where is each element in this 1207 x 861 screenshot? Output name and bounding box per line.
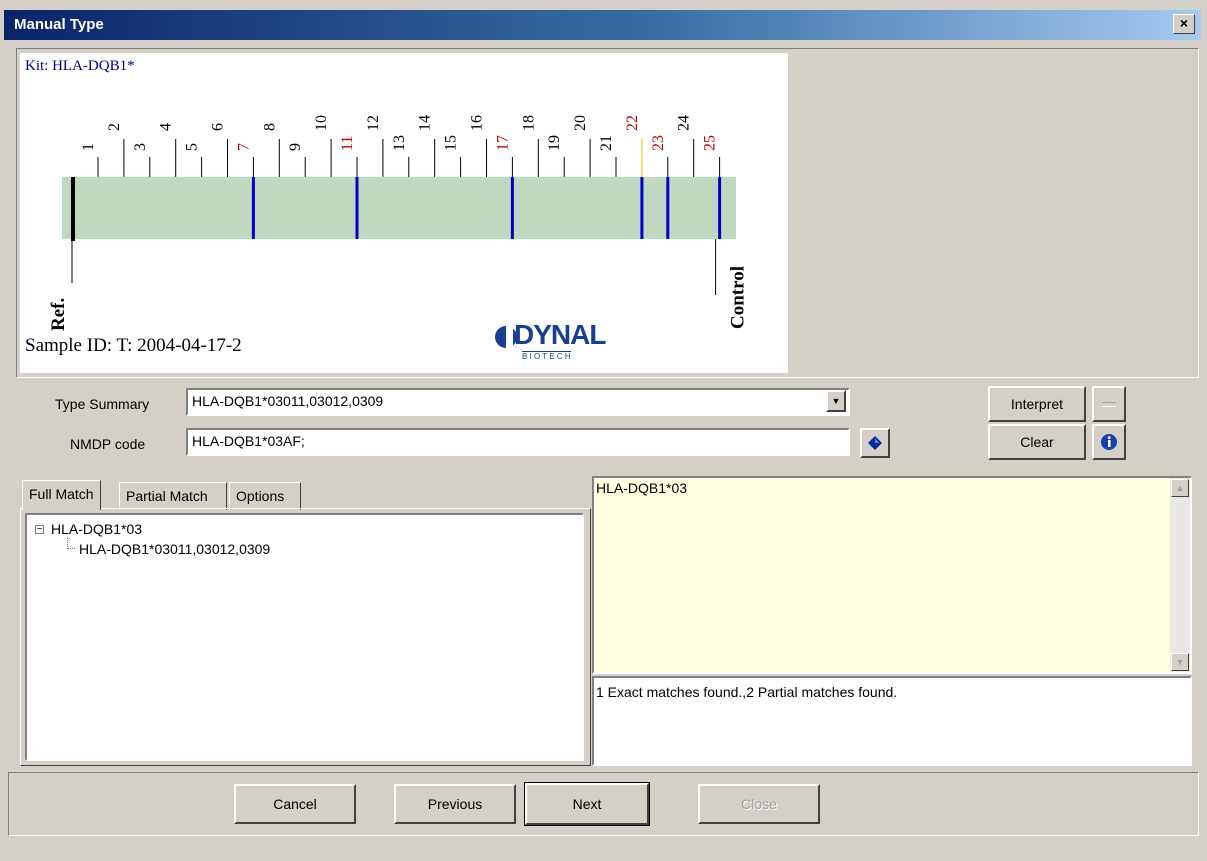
dynal-logo: DYNAL B I O T E C H xyxy=(492,315,632,365)
tree-node-child[interactable]: HLA-DQB1*03011,03012,0309 xyxy=(79,541,270,557)
chevron-down-icon: ▼ xyxy=(831,396,841,406)
lane-number-label: 23 xyxy=(650,135,667,151)
next-button[interactable]: Next xyxy=(524,782,650,826)
title-bar[interactable]: Manual Type × xyxy=(4,10,1201,40)
sample-id: Sample ID: T: 2004-04-17-2 xyxy=(25,335,242,356)
tree-connector xyxy=(67,537,75,549)
lane-number-label: 3 xyxy=(132,143,149,151)
blank-disabled-button[interactable] xyxy=(1092,386,1126,422)
lane-number-label: 7 xyxy=(235,143,252,151)
lane-number-label: 6 xyxy=(210,123,227,131)
previous-button[interactable]: Previous xyxy=(394,784,516,824)
close-button[interactable]: Close xyxy=(698,784,820,824)
status-box: 1 Exact matches found.,2 Partial matches… xyxy=(592,676,1192,766)
lane-number-label: 1 xyxy=(80,143,97,151)
detail-scrollbar[interactable]: ▲ ▼ xyxy=(1170,478,1190,672)
type-summary-label: Type Summary xyxy=(55,396,150,412)
logo-text: DYNAL xyxy=(514,319,606,350)
clear-button[interactable]: Clear xyxy=(988,424,1086,460)
tab-options[interactable]: Options xyxy=(229,482,301,510)
diamond-icon xyxy=(868,436,882,450)
lane-number-label: 19 xyxy=(546,135,563,151)
kit-label: Kit: HLA-DQB1* xyxy=(25,58,135,74)
lane-number-label: 20 xyxy=(572,115,589,131)
detail-text: HLA-DQB1*03 xyxy=(596,480,688,496)
status-text: 1 Exact matches found.,2 Partial matches… xyxy=(596,684,898,700)
lane-number-label: 2 xyxy=(106,123,123,131)
lane-number-label: 13 xyxy=(391,135,408,151)
nmdp-code-label: NMDP code xyxy=(70,436,146,452)
cancel-button[interactable]: Cancel xyxy=(234,784,356,824)
lane-number-label: 12 xyxy=(365,115,382,131)
scroll-down-button[interactable]: ▼ xyxy=(1171,653,1189,671)
lane-number-label: 17 xyxy=(494,135,511,151)
ref-label: Ref. xyxy=(48,298,69,331)
dash-icon xyxy=(1102,401,1116,407)
arrow-down-icon: ▼ xyxy=(1175,657,1185,667)
lane-number-label: 4 xyxy=(158,123,175,131)
match-tree[interactable]: − HLA-DQB1*03 HLA-DQB1*03011,03012,0309 xyxy=(25,513,584,761)
nmdp-code-input[interactable]: HLA-DQB1*03AF; xyxy=(186,428,850,456)
manual-type-window: Manual Type × 1 2 3 4 5 6 7 8 9 10 11 12 13 14 15 16 17 1… xyxy=(0,0,1207,861)
logo-subtext: B I O T E C H xyxy=(522,351,571,361)
close-icon: × xyxy=(1179,15,1189,31)
window-title: Manual Type xyxy=(14,16,104,33)
tab-full-match[interactable]: Full Match xyxy=(22,480,101,510)
lane-number-label: 5 xyxy=(184,143,201,151)
close-window-button[interactable]: × xyxy=(1173,14,1195,34)
lane-number-label: 18 xyxy=(520,115,537,131)
typing-strip-image: 1 2 3 4 5 6 7 8 9 10 11 12 13 14 15 16 17 18 19 20 21 22 23 24 2… xyxy=(20,53,788,373)
lane-number-label: 25 xyxy=(702,135,719,151)
control-label: Control xyxy=(728,266,749,329)
lane-number-label: 15 xyxy=(443,135,460,151)
scroll-up-button[interactable]: ▲ xyxy=(1171,479,1189,497)
strip-body xyxy=(62,177,736,239)
lane-number-label: 14 xyxy=(417,115,434,131)
lane-number-label: 22 xyxy=(624,115,641,131)
collapse-toggle-icon[interactable]: − xyxy=(35,525,44,535)
lane-number-label: 11 xyxy=(339,136,356,151)
lane-number-label: 8 xyxy=(261,123,278,131)
type-summary-dropdown-button[interactable]: ▼ xyxy=(826,390,846,412)
info-icon xyxy=(1101,434,1117,450)
nmdp-lookup-button[interactable] xyxy=(860,428,890,458)
strip-drawing: 1234567891011121314151617181920212223242… xyxy=(48,115,749,331)
lane-number-label: 10 xyxy=(313,115,330,131)
interpret-button[interactable]: Interpret xyxy=(988,386,1086,422)
tab-partial-match[interactable]: Partial Match xyxy=(119,482,227,510)
arrow-up-icon: ▲ xyxy=(1175,483,1185,493)
lane-number-label: 21 xyxy=(598,135,615,151)
match-detail-box[interactable]: HLA-DQB1*03 ▲ ▼ xyxy=(592,476,1192,674)
nmdp-code-value: HLA-DQB1*03AF; xyxy=(192,433,305,449)
type-summary-combobox[interactable]: HLA-DQB1*03011,03012,0309 xyxy=(186,388,850,416)
lane-number-label: 9 xyxy=(287,143,304,151)
lane-number-label: 24 xyxy=(676,115,693,131)
info-button[interactable] xyxy=(1092,424,1126,460)
lane-number-label: 16 xyxy=(469,115,486,131)
type-summary-value: HLA-DQB1*03011,03012,0309 xyxy=(192,393,384,409)
tree-node-root[interactable]: HLA-DQB1*03 xyxy=(51,521,142,537)
next-button-label: Next xyxy=(525,783,649,825)
tab-page: − HLA-DQB1*03 HLA-DQB1*03011,03012,0309 xyxy=(20,508,591,766)
